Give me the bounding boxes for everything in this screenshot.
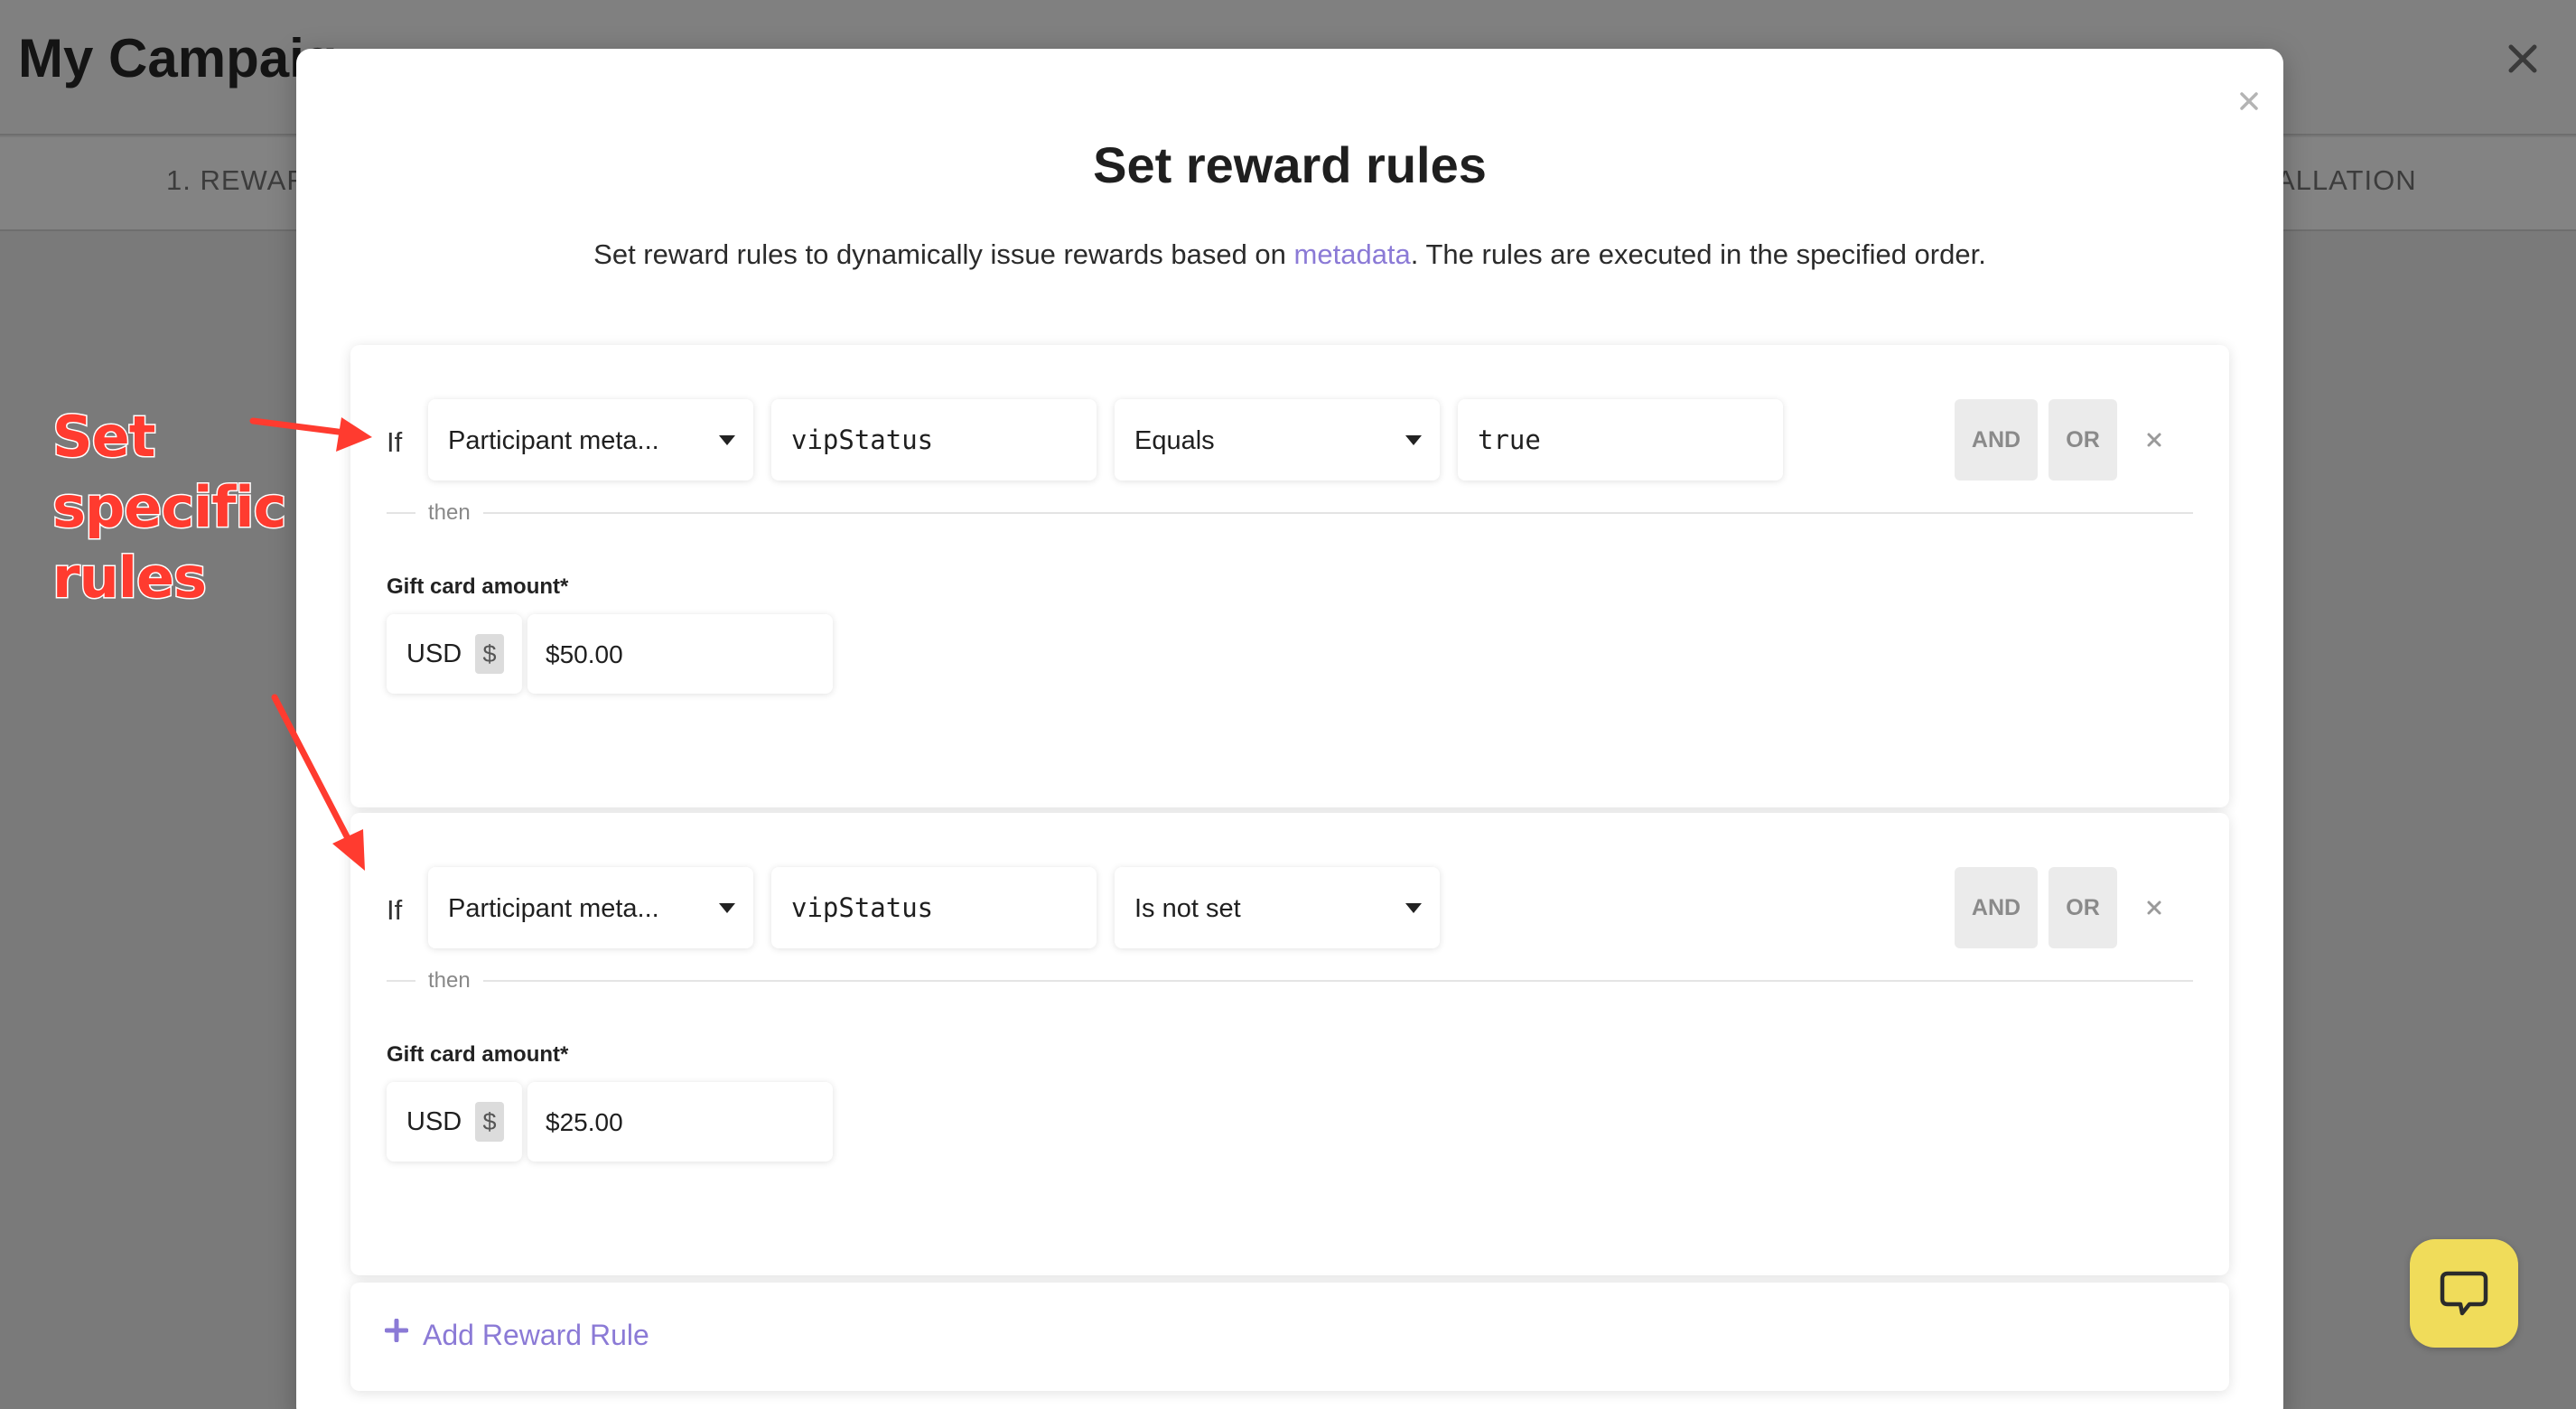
arrow-icon [249,417,372,452]
arrow-icon [271,694,365,871]
help-chat-button[interactable] [2410,1239,2518,1348]
chat-bubble-icon [2440,1271,2488,1316]
annotation-arrows [249,417,372,871]
